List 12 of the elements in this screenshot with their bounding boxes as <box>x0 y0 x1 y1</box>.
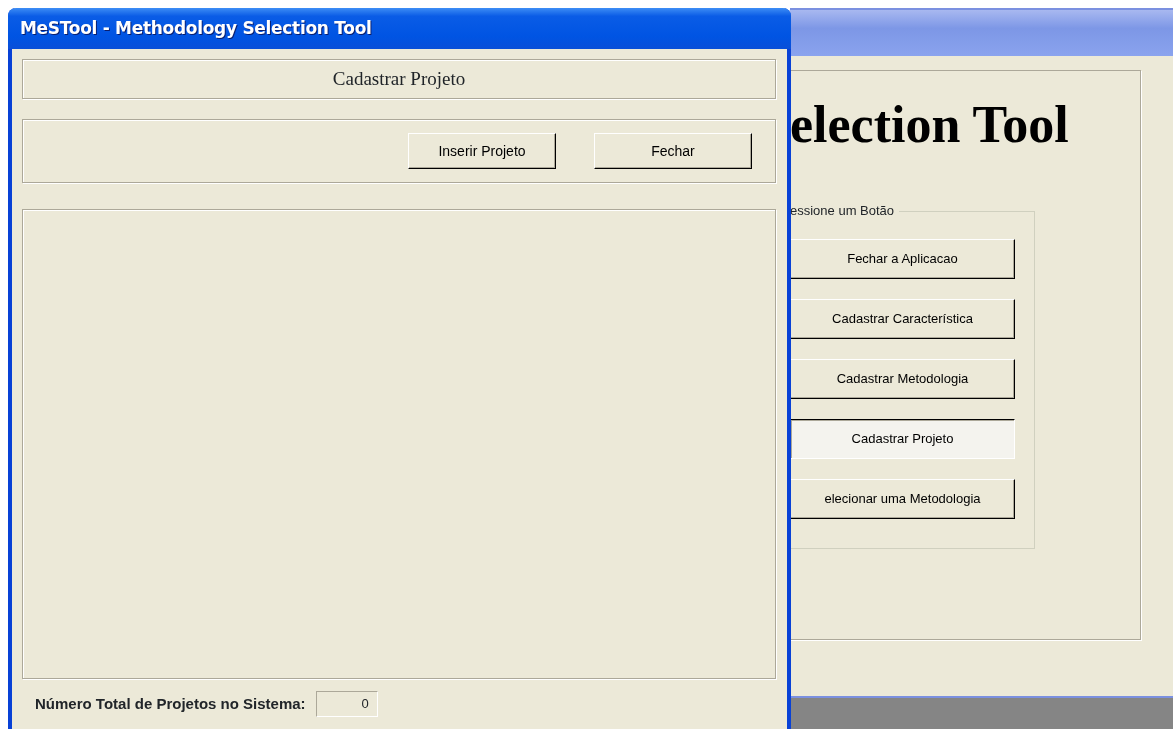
total-projects-label: Número Total de Projetos no Sistema: <box>35 693 306 714</box>
app-heading: election Tool <box>790 99 1070 151</box>
menu-button[interactable]: Cadastrar Projeto <box>790 419 1015 459</box>
insert-button[interactable]: Inserir Projeto <box>408 133 556 169</box>
total-projects-field: 0 <box>315 691 378 717</box>
menu-button[interactable]: Fechar a Aplicacao <box>790 239 1015 279</box>
menu-button[interactable]: Cadastrar Metodologia <box>790 359 1015 399</box>
close-button[interactable]: Fechar <box>594 133 752 169</box>
panel-title: Cadastrar Projeto <box>332 66 466 91</box>
menu-button[interactable]: Cadastrar Característica <box>790 299 1015 339</box>
menu-button[interactable]: elecionar uma Metodologia <box>790 479 1015 519</box>
window-title: MeSTool - Methodology Selection Tool <box>20 16 372 40</box>
